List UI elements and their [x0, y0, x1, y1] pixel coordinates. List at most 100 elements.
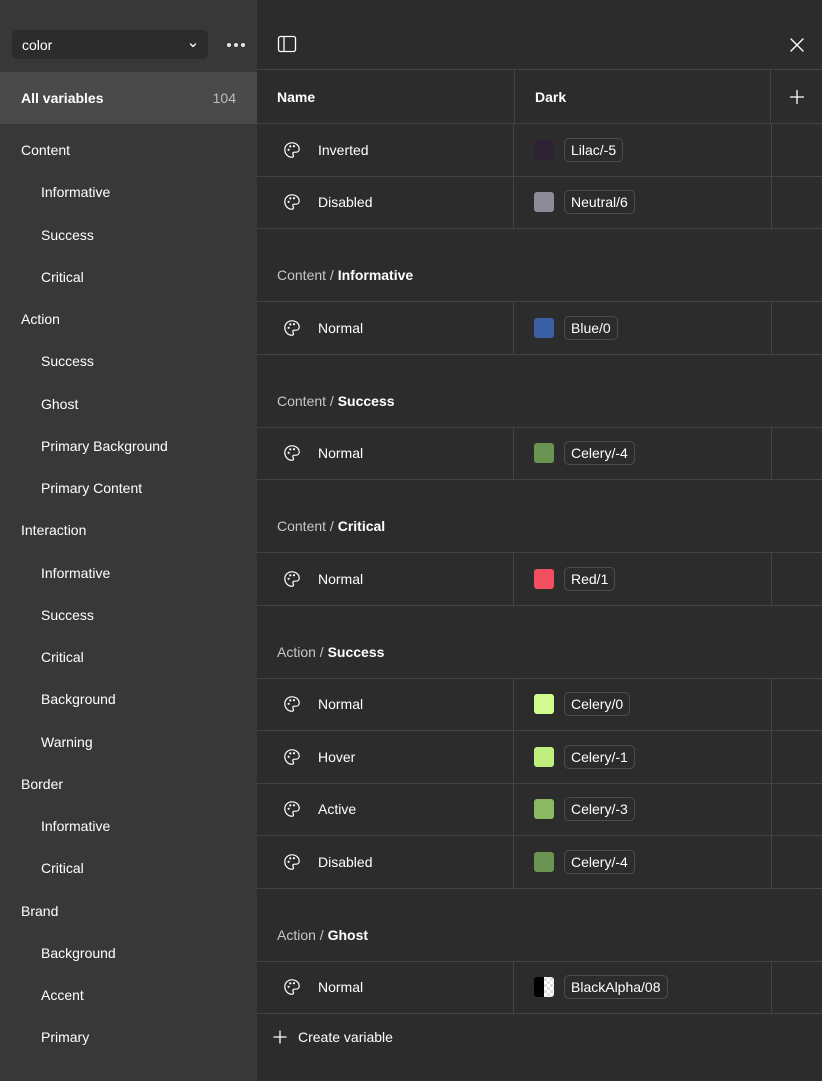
variable-alias-pill[interactable]: Lilac/-5: [564, 137, 624, 162]
group-heading-path: Content /: [277, 518, 334, 534]
table-row[interactable]: Disabled Celery/-4: [257, 836, 822, 889]
more-horizontal-icon: [227, 42, 231, 47]
sidebar-group-item[interactable]: Success: [0, 594, 257, 636]
variable-value-cell[interactable]: Blue/0: [513, 302, 771, 354]
variable-name: Disabled: [318, 194, 373, 211]
variable-value-cell[interactable]: Celery/-1: [513, 731, 771, 783]
group-heading-path: Content /: [277, 392, 334, 409]
sidebar-group-item[interactable]: Content: [0, 129, 257, 171]
variable-name-cell[interactable]: Normal: [257, 679, 513, 731]
variable-value-cell[interactable]: Celery/-4: [513, 836, 771, 888]
variable-alias-pill[interactable]: Celery/-3: [564, 797, 635, 822]
variable-value-cell[interactable]: Red/1: [513, 553, 771, 605]
group-heading-path: Action /: [277, 643, 324, 660]
variable-name-cell[interactable]: Inverted: [257, 124, 513, 176]
sidebar-group-item[interactable]: Informative: [0, 805, 257, 847]
variable-value-cell[interactable]: Lilac/-5: [513, 124, 771, 176]
variable-value-cell[interactable]: Neutral/6: [513, 176, 771, 228]
sidebar-group-item[interactable]: Brand: [0, 890, 257, 932]
table-row[interactable]: Active Celery/-3: [257, 783, 822, 836]
group-heading-name: Success: [337, 392, 395, 409]
top-toolbar: [257, 0, 822, 70]
palette-icon: [284, 570, 300, 587]
table-row[interactable]: Normal Blue/0: [257, 302, 822, 355]
group-heading: Content / Critical: [257, 480, 822, 553]
table-row[interactable]: Normal BlackAlpha/08: [257, 961, 822, 1014]
sidebar-group-item[interactable]: Accent: [0, 974, 257, 1016]
sidebar-group-item[interactable]: Border: [0, 763, 257, 805]
variable-alias-pill[interactable]: Celery/-1: [564, 744, 635, 769]
table-row[interactable]: Hover Celery/-1: [257, 731, 822, 784]
variable-alias-pill[interactable]: BlackAlpha/08: [564, 975, 668, 1000]
more-options-button[interactable]: [222, 30, 250, 59]
empty-mode-cell: [771, 783, 822, 835]
create-variable-label: Create variable: [298, 1029, 393, 1045]
variable-name-cell[interactable]: Normal: [257, 428, 513, 480]
sidebar-group-item[interactable]: Critical: [0, 256, 257, 298]
column-header-name[interactable]: Name: [277, 70, 513, 123]
variable-name: Inverted: [318, 141, 369, 158]
sidebar-group-item[interactable]: Primary: [0, 1016, 257, 1058]
column-header-mode[interactable]: Dark: [514, 70, 770, 123]
variable-value-cell[interactable]: Celery/0: [513, 678, 771, 730]
variable-name-cell[interactable]: Active: [257, 784, 513, 836]
close-icon[interactable]: [787, 35, 807, 55]
sidebar: color All variables 104 Content Informati…: [0, 0, 257, 1081]
color-swatch: [534, 568, 554, 589]
variable-alias-pill[interactable]: Red/1: [564, 566, 616, 591]
variables-table-area: Name Dark Inverted Lilac/-5 Disabled Neutra…: [257, 0, 822, 1081]
sidebar-group-item[interactable]: Background: [0, 932, 257, 974]
variable-name: Normal: [318, 979, 364, 996]
sidebar-group-item[interactable]: Primary Content: [0, 467, 257, 509]
sidebar-group-item[interactable]: Success: [0, 214, 257, 256]
sidebar-group-item[interactable]: Interaction: [0, 509, 257, 551]
sidebar-group-item[interactable]: Primary Background: [0, 425, 257, 467]
variable-name: Hover: [318, 748, 356, 765]
table-row[interactable]: Disabled Neutral/6: [257, 176, 822, 229]
variable-value-cell[interactable]: Celery/-4: [513, 427, 771, 479]
sidebar-group-item[interactable]: Warning: [0, 721, 257, 763]
variable-name-cell[interactable]: Normal: [257, 553, 513, 605]
sidebar-toggle-icon[interactable]: [277, 34, 297, 54]
add-mode-button[interactable]: [770, 70, 822, 123]
table-row[interactable]: Inverted Lilac/-5: [257, 124, 822, 177]
color-swatch: [534, 746, 554, 767]
color-swatch: [534, 192, 554, 213]
sidebar-group-item[interactable]: Informative: [0, 171, 257, 213]
variable-alias-pill[interactable]: Neutral/6: [564, 190, 635, 215]
chevron-down-icon: [189, 42, 197, 47]
variable-alias-pill[interactable]: Blue/0: [564, 315, 618, 340]
all-variables-item[interactable]: All variables 104: [0, 72, 257, 124]
variable-name-cell[interactable]: Normal: [257, 302, 513, 354]
empty-mode-cell: [771, 553, 822, 605]
variable-name-cell[interactable]: Hover: [257, 731, 513, 783]
table-row[interactable]: Normal Celery/0: [257, 678, 822, 731]
sidebar-group-item[interactable]: Background: [0, 678, 257, 720]
create-variable-button[interactable]: Create variable: [273, 1024, 393, 1050]
variable-alias-pill[interactable]: Celery/0: [564, 692, 631, 717]
variable-name-cell[interactable]: Normal: [257, 962, 513, 1014]
variable-name-cell[interactable]: Disabled: [257, 836, 513, 888]
group-heading-path: Content /: [277, 267, 334, 283]
sidebar-group-item[interactable]: Critical: [0, 847, 257, 889]
palette-icon: [284, 194, 300, 211]
variable-value-cell[interactable]: BlackAlpha/08: [513, 961, 771, 1013]
sidebar-group-item[interactable]: Success: [0, 340, 257, 382]
variable-name: Normal: [318, 570, 364, 587]
all-variables-label: All variables: [21, 90, 104, 106]
variable-alias-pill[interactable]: Celery/-4: [564, 849, 635, 874]
sidebar-group-item[interactable]: Informative: [0, 552, 257, 594]
table-row[interactable]: Normal Celery/-4: [257, 427, 822, 480]
variable-name-cell[interactable]: Disabled: [257, 177, 513, 229]
empty-mode-cell: [771, 731, 822, 783]
empty-mode-cell: [771, 961, 822, 1013]
collection-select[interactable]: color: [12, 30, 208, 59]
table-row[interactable]: Normal Red/1: [257, 553, 822, 606]
variable-alias-pill[interactable]: Celery/-4: [564, 441, 635, 466]
palette-icon: [284, 801, 300, 818]
sidebar-group-item[interactable]: Ghost: [0, 383, 257, 425]
sidebar-group-item[interactable]: Critical: [0, 636, 257, 678]
palette-icon: [284, 319, 300, 336]
variable-value-cell[interactable]: Celery/-3: [513, 783, 771, 835]
sidebar-group-item[interactable]: Action: [0, 298, 257, 340]
